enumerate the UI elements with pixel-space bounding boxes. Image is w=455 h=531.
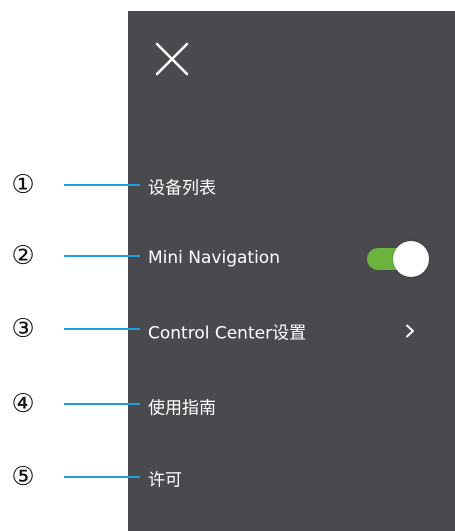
callout-number: ③ [11,314,35,344]
menu-item-license[interactable]: 许可 [128,458,455,498]
callout-number: ② [11,241,35,271]
chevron-right-icon [406,324,414,338]
callout-number: ④ [11,389,35,419]
menu-item-label: 使用指南 [148,398,216,419]
close-button[interactable] [154,41,190,77]
menu-item-label: Control Center设置 [148,323,307,344]
callout-line [64,476,140,478]
callout-1: ① [0,170,140,200]
callout-3: ③ [0,314,140,344]
callout-4: ④ [0,389,140,419]
menu-item-label: Mini Navigation [148,248,280,268]
callout-line [64,184,140,186]
menu-item-label: 设备列表 [148,178,216,199]
toggle-knob [393,241,429,277]
menu-item-label: 许可 [148,470,182,491]
page: 设备列表 Mini Navigation Control Center设置 使用… [0,0,455,531]
close-icon [155,42,189,76]
menu-item-user-guide[interactable]: 使用指南 [128,386,455,426]
menu-item-control-center-settings[interactable]: Control Center设置 [128,311,455,351]
menu-item-device-list[interactable]: 设备列表 [128,166,455,206]
callout-line [64,328,140,330]
callout-line [64,403,140,405]
callout-number: ⑤ [11,462,35,492]
mini-navigation-toggle[interactable] [365,241,431,277]
callout-number: ① [11,170,35,200]
callout-2: ② [0,241,140,271]
menu-item-mini-navigation[interactable]: Mini Navigation [128,238,455,278]
callout-line [64,255,140,257]
callout-5: ⑤ [0,462,140,492]
